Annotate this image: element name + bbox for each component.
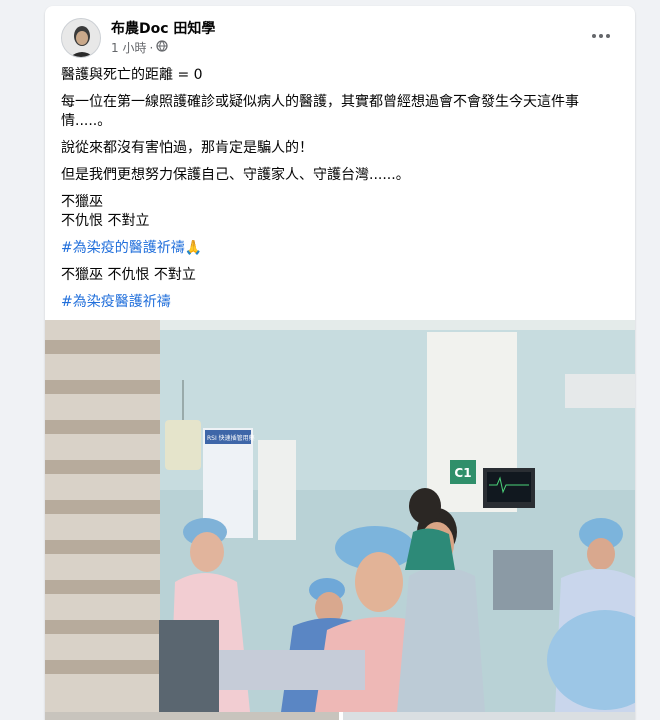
- poster-title: RSI 快速插管用藥: [207, 434, 255, 442]
- post-meta: 1 小時 ·: [111, 39, 168, 56]
- post-photo[interactable]: C1 RSI 快速插管用藥: [45, 320, 635, 712]
- post-line: 但是我們更想努力保護自己、守護家人、守護台灣......。: [61, 167, 410, 183]
- praying-hands-icon: 🙏: [184, 240, 203, 256]
- post-line: 不獵巫: [61, 194, 103, 210]
- hashtag-link[interactable]: #為染疫醫護祈禱: [61, 294, 171, 310]
- hashtag-link[interactable]: #為染疫的醫護祈禱: [61, 240, 185, 256]
- post-timestamp[interactable]: 1 小時: [111, 39, 146, 56]
- post-body: 醫護與死亡的距離 = 0 每一位在第一線照護確診或疑似病人的醫護，其實都曾經想過…: [61, 66, 621, 320]
- next-photo-left[interactable]: [45, 712, 339, 720]
- post-line: 說從來都沒有害怕過，那肯定是騙人的！: [61, 140, 313, 156]
- next-photo-strip: [45, 712, 635, 720]
- meta-separator: ·: [149, 40, 154, 55]
- c1-sign-text: C1: [454, 466, 471, 480]
- post-line: 每一位在第一線照護確診或疑似病人的醫護，其實都曾經想過會不會發生今天這件事情..…: [61, 94, 579, 129]
- more-options-icon[interactable]: [589, 24, 613, 48]
- post-line: 醫護與死亡的距離 = 0: [61, 67, 203, 83]
- avatar-photo: [62, 19, 100, 57]
- post-line: 不仇恨 不對立: [61, 213, 150, 229]
- globe-icon[interactable]: [156, 40, 168, 55]
- next-photo-right[interactable]: [343, 712, 635, 720]
- author-avatar[interactable]: [61, 18, 101, 58]
- hashtag-line: #為染疫醫護祈禱: [61, 293, 621, 312]
- post-line: 不獵巫 不仇恨 不對立: [61, 267, 196, 283]
- hospital-scene-image: C1 RSI 快速插管用藥: [45, 320, 635, 712]
- author-name[interactable]: 布農Doc 田知學: [111, 18, 215, 38]
- hashtag-line: #為染疫的醫護祈禱🙏: [61, 239, 621, 258]
- post-card: 布農Doc 田知學 1 小時 · 醫護與死亡的距離 = 0 每一位在第一線照護確…: [45, 6, 635, 720]
